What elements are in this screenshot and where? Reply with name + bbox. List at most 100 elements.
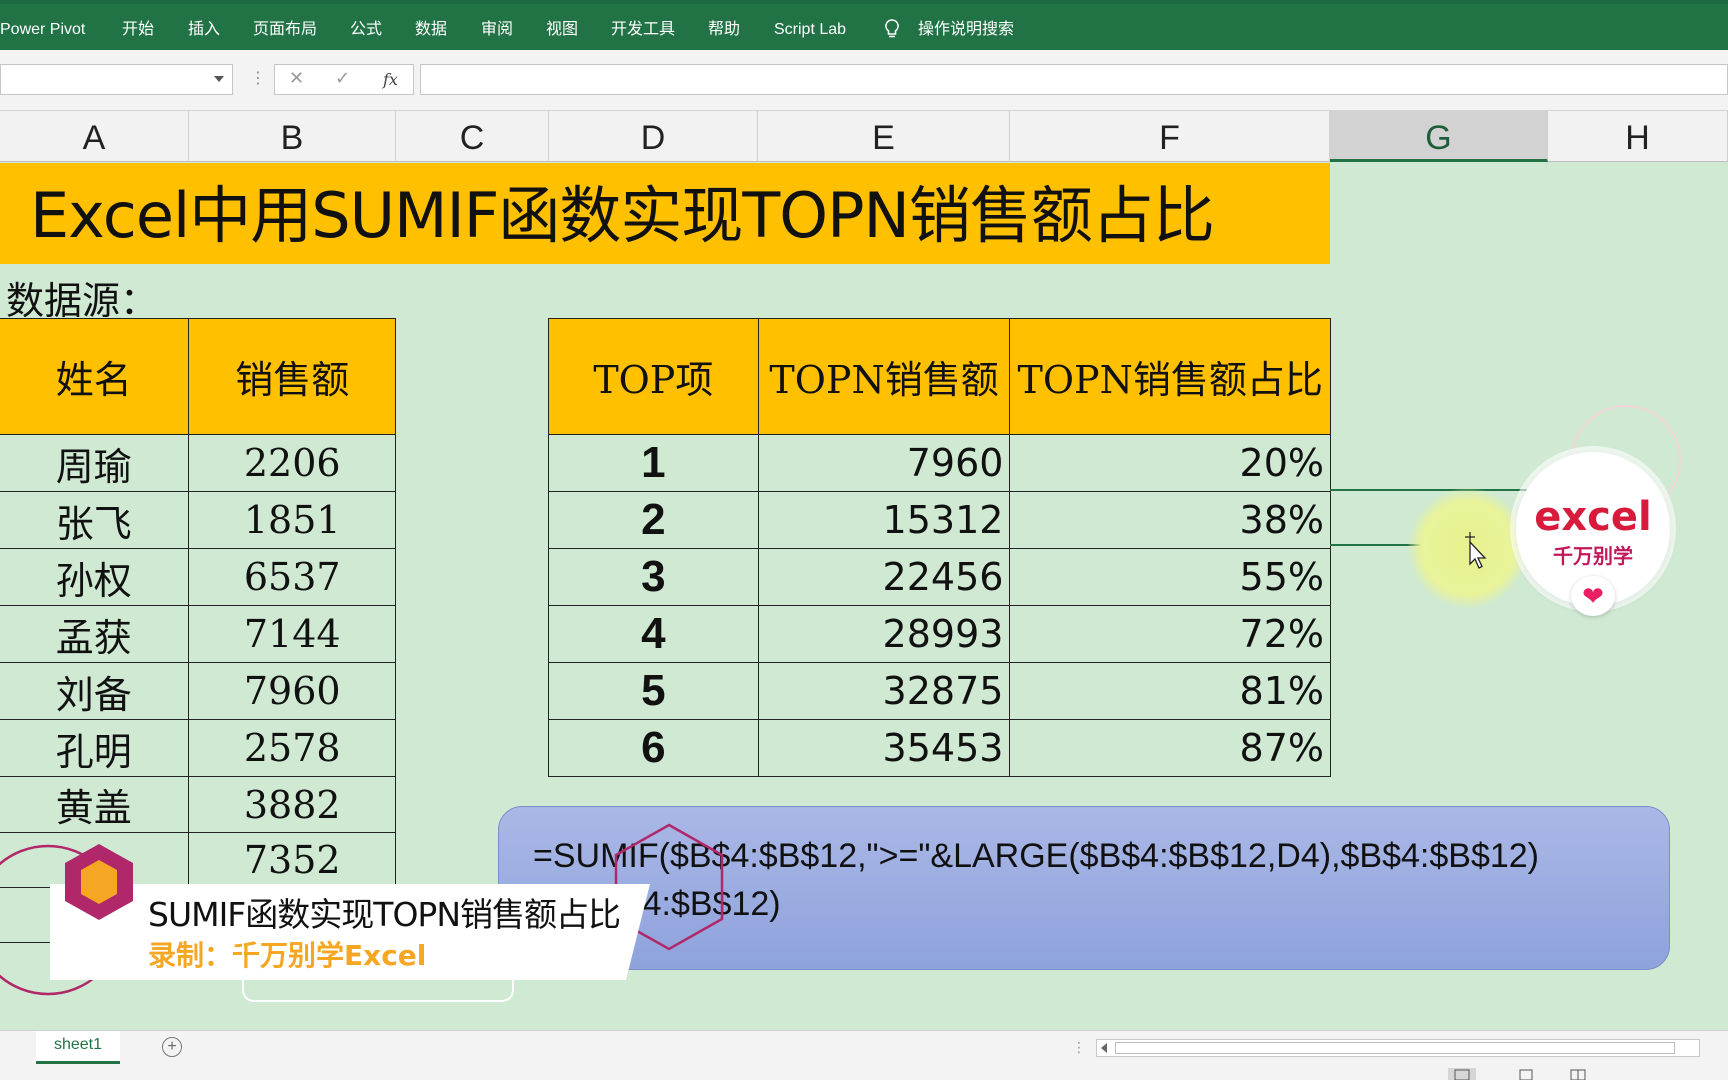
cell-name[interactable]: 孙权 bbox=[0, 548, 190, 606]
table-row: 孙权 6537 bbox=[0, 548, 396, 606]
ribbon-tab-review[interactable]: 审阅 bbox=[481, 20, 513, 40]
cell-topn-ratio[interactable]: 38% bbox=[1009, 491, 1331, 549]
ribbon-tab-view[interactable]: 视图 bbox=[546, 20, 578, 40]
cell-sales[interactable]: 3882 bbox=[188, 776, 396, 833]
header-name[interactable]: 姓名 bbox=[0, 318, 190, 435]
cell-name[interactable]: 周瑜 bbox=[0, 434, 190, 492]
caption-title: SUMIF函数实现TOPN销售额占比 bbox=[148, 895, 621, 934]
table-row: 5 32875 81% bbox=[548, 662, 1331, 720]
cell-top-item[interactable]: 3 bbox=[548, 548, 759, 606]
column-header-b[interactable]: B bbox=[189, 111, 396, 162]
cell-topn-sales[interactable]: 28993 bbox=[757, 605, 1011, 663]
column-header-h[interactable]: H bbox=[1548, 111, 1728, 162]
ribbon-tab-insert[interactable]: 插入 bbox=[188, 20, 220, 40]
cell-sales[interactable]: 7960 bbox=[188, 662, 396, 720]
tell-me-search[interactable]: 操作说明搜索 bbox=[918, 20, 1014, 40]
chevron-down-icon[interactable] bbox=[214, 76, 224, 82]
table-row: 2 15312 38% bbox=[548, 491, 1331, 549]
ribbon-top-strip bbox=[0, 0, 1728, 4]
heart-icon: ❤ bbox=[1571, 576, 1615, 616]
ribbon-tab-formulas[interactable]: 公式 bbox=[350, 20, 382, 40]
ribbon-tab-power-pivot[interactable]: Power Pivot bbox=[0, 20, 85, 40]
table-row: 6 35453 87% bbox=[548, 719, 1331, 777]
cell-topn-sales[interactable]: 35453 bbox=[757, 719, 1011, 777]
column-header-c[interactable]: C bbox=[396, 111, 549, 162]
header-topn-ratio[interactable]: TOPN销售额占比 bbox=[1009, 318, 1331, 435]
cell-name[interactable]: 孟获 bbox=[0, 605, 190, 663]
cell-topn-ratio[interactable]: 72% bbox=[1009, 605, 1331, 663]
add-sheet-icon[interactable]: + bbox=[162, 1037, 182, 1057]
cell-top-item[interactable]: 4 bbox=[548, 605, 759, 663]
cell-name[interactable]: 孔明 bbox=[0, 719, 190, 777]
column-header-e[interactable]: E bbox=[758, 111, 1010, 162]
column-header-d[interactable]: D bbox=[549, 111, 758, 162]
formula-buttons: ✕ ✓ fx bbox=[274, 64, 414, 95]
ribbon-tab-developer[interactable]: 开发工具 bbox=[611, 20, 675, 40]
ribbon-tab-home[interactable]: 开始 bbox=[122, 20, 154, 40]
cell-sales[interactable]: 1851 bbox=[188, 491, 396, 549]
enter-icon[interactable]: ✓ bbox=[335, 68, 350, 89]
page-break-view-icon[interactable] bbox=[1564, 1068, 1592, 1080]
status-bar bbox=[0, 1066, 1728, 1080]
ribbon-tab-page-layout[interactable]: 页面布局 bbox=[253, 20, 317, 40]
page-layout-view-icon[interactable] bbox=[1512, 1068, 1540, 1080]
table-row: 周瑜 2206 bbox=[0, 434, 396, 492]
vertical-dots-icon: ⋮ bbox=[1072, 1039, 1086, 1055]
insert-function-icon[interactable]: fx bbox=[383, 70, 398, 89]
cell-topn-ratio[interactable]: 55% bbox=[1009, 548, 1331, 606]
table-row: 黄盖 3882 bbox=[0, 776, 396, 833]
ribbon-tab-script-lab[interactable]: Script Lab bbox=[774, 20, 846, 40]
mouse-cursor-icon bbox=[1465, 532, 1487, 569]
cell-topn-sales[interactable]: 15312 bbox=[757, 491, 1011, 549]
cell-name[interactable]: 张飞 bbox=[0, 491, 190, 549]
cell-sales[interactable]: 2206 bbox=[188, 434, 396, 492]
logo-text-subtitle: 千万别学 bbox=[1553, 544, 1633, 568]
sheet-tab-sheet1[interactable]: sheet1 bbox=[36, 1031, 120, 1064]
ribbon-tab-data[interactable]: 数据 bbox=[415, 20, 447, 40]
table-row: 4 28993 72% bbox=[548, 605, 1331, 663]
cell-name[interactable]: 黄盖 bbox=[0, 776, 190, 833]
table-row: 孟获 7144 bbox=[0, 605, 396, 663]
name-box[interactable] bbox=[0, 64, 233, 95]
cell-top-item[interactable]: 2 bbox=[548, 491, 759, 549]
cell-topn-ratio[interactable]: 87% bbox=[1009, 719, 1331, 777]
formula-bar-area: ⋮ ✕ ✓ fx bbox=[0, 50, 1728, 111]
column-header-f[interactable]: F bbox=[1010, 111, 1330, 162]
vertical-dots-icon: ⋮ bbox=[250, 70, 266, 87]
lightbulb-icon[interactable] bbox=[884, 18, 900, 46]
scroll-left-icon[interactable] bbox=[1101, 1043, 1107, 1053]
cell-topn-sales[interactable]: 7960 bbox=[757, 434, 1011, 492]
header-sales[interactable]: 销售额 bbox=[188, 318, 396, 435]
cell-topn-ratio[interactable]: 20% bbox=[1009, 434, 1331, 492]
column-header-a[interactable]: A bbox=[0, 111, 189, 162]
table-row: 3 22456 55% bbox=[548, 548, 1331, 606]
scrollbar-thumb[interactable] bbox=[1115, 1042, 1675, 1054]
table-row: 孔明 2578 bbox=[0, 719, 396, 777]
cancel-icon[interactable]: ✕ bbox=[289, 68, 304, 89]
cell-topn-ratio[interactable]: 81% bbox=[1009, 662, 1331, 720]
cell-top-item[interactable]: 1 bbox=[548, 434, 759, 492]
cell-sales[interactable]: 2578 bbox=[188, 719, 396, 777]
cell-top-item[interactable]: 5 bbox=[548, 662, 759, 720]
cell-sales[interactable]: 7144 bbox=[188, 605, 396, 663]
table-row: 1 7960 20% bbox=[548, 434, 1331, 492]
sheet-tab-bar: sheet1 + ⋮ bbox=[0, 1030, 1728, 1067]
cell-sales[interactable]: 7352 bbox=[188, 832, 396, 888]
cell-topn-sales[interactable]: 32875 bbox=[757, 662, 1011, 720]
topn-table: TOP项 TOPN销售额 TOPN销售额占比 1 7960 20% 2 15312 38… bbox=[548, 318, 1331, 777]
ribbon-tab-help[interactable]: 帮助 bbox=[708, 20, 740, 40]
normal-view-icon[interactable] bbox=[1448, 1068, 1476, 1080]
header-top-item[interactable]: TOP项 bbox=[548, 318, 759, 435]
cell-top-item[interactable]: 6 bbox=[548, 719, 759, 777]
hexagon-badge-icon bbox=[65, 844, 133, 920]
formula-input[interactable] bbox=[420, 64, 1728, 95]
title-banner[interactable]: Excel中用SUMIF函数实现TOPN销售额占比 bbox=[0, 163, 1330, 264]
cell-sales[interactable]: 6537 bbox=[188, 548, 396, 606]
header-topn-sales[interactable]: TOPN销售额 bbox=[757, 318, 1011, 435]
source-label[interactable]: 数据源： bbox=[6, 270, 158, 325]
cell-name[interactable]: 刘备 bbox=[0, 662, 190, 720]
cell-topn-sales[interactable]: 22456 bbox=[757, 548, 1011, 606]
column-header-g[interactable]: G bbox=[1330, 111, 1548, 162]
page-title: Excel中用SUMIF函数实现TOPN销售额占比 bbox=[30, 179, 1215, 252]
horizontal-scrollbar[interactable] bbox=[1096, 1039, 1700, 1057]
